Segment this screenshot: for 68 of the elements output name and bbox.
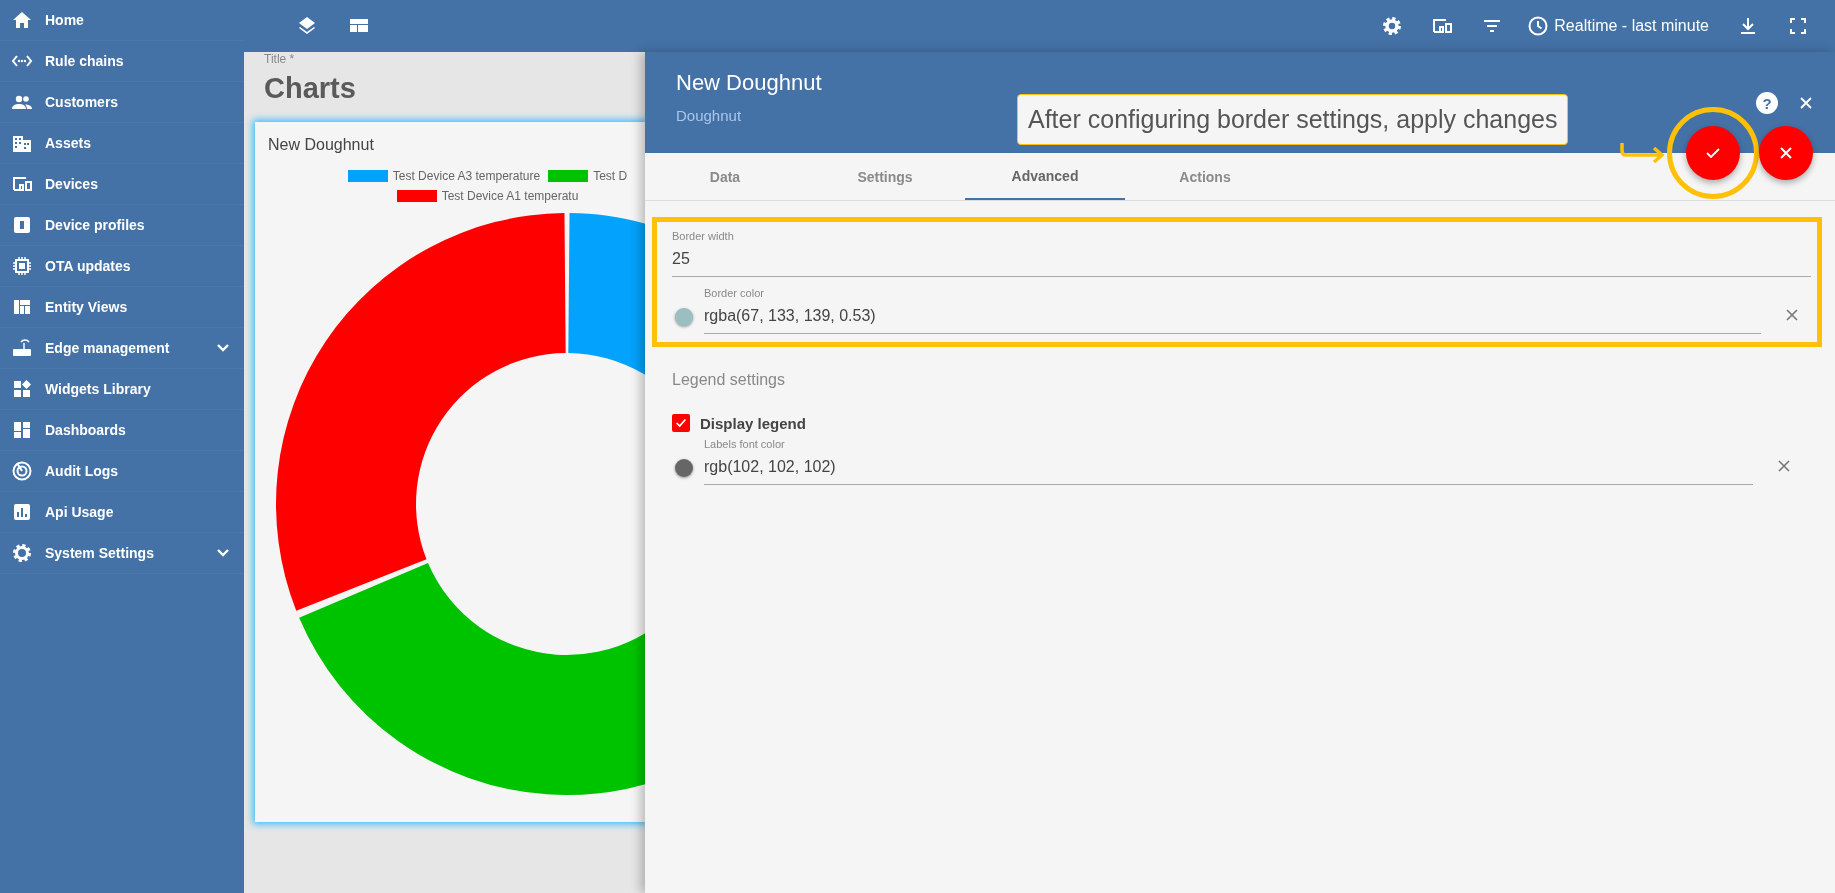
badge-icon bbox=[11, 214, 33, 236]
sidebar-label: Assets bbox=[45, 135, 92, 151]
sidebar-item[interactable]: Rule chains bbox=[0, 41, 244, 82]
fullscreen-icon[interactable] bbox=[1787, 15, 1809, 37]
input-field[interactable]: Border width 25 bbox=[672, 230, 1811, 277]
sidebar-label: Api Usage bbox=[45, 504, 115, 520]
chevron-down-icon bbox=[216, 343, 230, 353]
tab[interactable]: Actions bbox=[1125, 153, 1285, 200]
sidebar-item[interactable]: Audit Logs bbox=[0, 451, 244, 492]
color-swatch[interactable] bbox=[675, 307, 693, 326]
dialog-subtitle: Doughnut bbox=[676, 107, 742, 124]
sidebar-label: Home bbox=[45, 12, 85, 28]
color-swatch[interactable] bbox=[675, 458, 693, 477]
sidebar-item[interactable]: Api Usage bbox=[0, 492, 244, 533]
legend-label: Test Device A3 temperature bbox=[392, 169, 541, 183]
sidebar-item[interactable]: Dashboards bbox=[0, 410, 244, 451]
tab[interactable]: Data bbox=[645, 153, 805, 200]
widgets-icon bbox=[11, 378, 33, 400]
sidebar-item[interactable]: Assets bbox=[0, 123, 244, 164]
checkmark-icon bbox=[674, 416, 688, 430]
section-title: Legend settings bbox=[672, 371, 786, 389]
sidebar-item[interactable]: Device profiles bbox=[0, 205, 244, 246]
sidebar-label: Widgets Library bbox=[45, 381, 152, 397]
sidebar-label: Rule chains bbox=[45, 53, 125, 69]
sidebar-item[interactable]: Devices bbox=[0, 164, 244, 205]
clock-icon bbox=[1527, 15, 1550, 37]
sidebar-label: Dashboards bbox=[45, 422, 127, 438]
sidebar-label: OTA updates bbox=[45, 258, 132, 274]
sidebar-label: Entity Views bbox=[45, 299, 129, 315]
sidebar-label: Audit Logs bbox=[45, 463, 120, 479]
widget-title: New Doughnut bbox=[267, 135, 375, 154]
legend-label: Test Device A1 temperatu bbox=[441, 189, 579, 203]
clear-icon[interactable] bbox=[1777, 458, 1791, 473]
router-icon bbox=[11, 337, 33, 359]
sidebar-item[interactable]: Entity Views bbox=[0, 287, 244, 328]
bar-chart-icon bbox=[11, 501, 33, 523]
chip-icon bbox=[11, 255, 33, 277]
time-window-button[interactable]: Realtime - last minute bbox=[1527, 15, 1709, 37]
dashboard-title: Charts bbox=[264, 72, 356, 105]
sidebar-item[interactable]: Widgets Library bbox=[0, 369, 244, 410]
tab[interactable]: Settings bbox=[805, 153, 965, 200]
sidebar-item[interactable]: OTA updates bbox=[0, 246, 244, 287]
dashboard-icon bbox=[11, 419, 33, 441]
checkbox[interactable] bbox=[672, 414, 690, 432]
chevron-down-icon bbox=[216, 548, 230, 558]
tab[interactable]: Advanced bbox=[965, 153, 1125, 200]
color-field[interactable]: Border color rgba(67, 133, 139, 0.53) bbox=[704, 287, 1761, 334]
hint-tooltip: After configuring border settings, apply changes bbox=[1017, 94, 1569, 145]
sidebar-label: System Settings bbox=[45, 545, 155, 561]
sidebar-item[interactable]: Edge management bbox=[0, 328, 244, 369]
color-field[interactable]: Labels font color rgb(102, 102, 102) bbox=[704, 438, 1753, 485]
gear-icon bbox=[11, 542, 33, 564]
sidebar-item[interactable]: Customers bbox=[0, 82, 244, 123]
dialog-title: New Doughnut bbox=[676, 70, 822, 96]
checkbox-label: Display legend bbox=[700, 414, 806, 432]
legend-label: Test D bbox=[593, 169, 628, 183]
sidebar-item[interactable]: Home bbox=[0, 0, 244, 41]
title-label: Title * bbox=[264, 52, 295, 66]
home-icon bbox=[11, 9, 33, 31]
sidebar-item[interactable]: System Settings bbox=[0, 533, 244, 574]
close-icon[interactable] bbox=[1799, 96, 1813, 110]
radar-icon bbox=[11, 460, 33, 482]
clear-icon[interactable] bbox=[1785, 307, 1799, 322]
settings-icon[interactable] bbox=[1381, 15, 1404, 37]
sidebar-label: Devices bbox=[45, 176, 99, 192]
sidebar-label: Device profiles bbox=[45, 217, 146, 233]
sidebar-label: Customers bbox=[45, 94, 120, 110]
sidebar-label: Edge management bbox=[45, 340, 171, 356]
